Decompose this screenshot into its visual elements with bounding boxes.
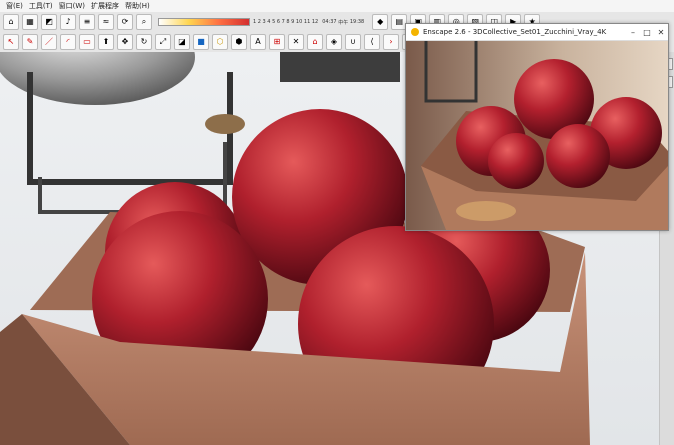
menu-item-help[interactable]: 帮助(H) <box>125 1 150 11</box>
zoom-icon[interactable]: ⌕ <box>136 14 152 30</box>
offset-icon[interactable]: ◪ <box>174 34 190 50</box>
measure-icon[interactable]: ▦ <box>22 14 38 30</box>
move-icon[interactable]: ✥ <box>117 34 133 50</box>
time-mid: 中午 <box>338 19 349 26</box>
enscape-logo-icon <box>411 28 419 36</box>
menu-item-edit[interactable]: 窗(E) <box>6 1 23 11</box>
time-right: 19:38 <box>349 19 365 25</box>
ruby-icon[interactable]: ◆ <box>372 14 389 30</box>
concrete-vase <box>280 52 400 82</box>
close-button[interactable]: ✕ <box>654 28 668 37</box>
shadow-icon[interactable]: ≡ <box>79 14 95 30</box>
back-icon[interactable]: ⟨ <box>364 34 380 50</box>
forward-icon[interactable]: › <box>383 34 399 50</box>
enscape-title: Enscape 2.6 - 3DCollective_Set01_Zucchin… <box>423 28 607 36</box>
rotate-icon[interactable]: ↻ <box>136 34 152 50</box>
time-left: 04:37 <box>322 19 337 25</box>
time-of-day-slider[interactable]: 1 2 3 4 5 6 7 8 9 10 11 12 04:37 中午 19:3… <box>158 18 364 26</box>
dimension-icon[interactable]: ⊞ <box>269 34 285 50</box>
axes-icon[interactable]: ✕ <box>288 34 304 50</box>
orbit-icon[interactable]: ⟳ <box>117 14 133 30</box>
fog-icon[interactable]: ≈ <box>98 14 114 30</box>
hexagon-icon[interactable]: ⬡ <box>212 34 228 50</box>
cube-icon[interactable]: ⬢ <box>231 34 247 50</box>
menu-item-window[interactable]: 窗口(W) <box>59 1 85 11</box>
enscape-plum-center <box>488 133 544 189</box>
select-icon[interactable]: ↖ <box>3 34 19 50</box>
menu-bar: 窗(E) 工具(T) 窗口(W) 扩展程序 帮助(H) <box>0 0 674 12</box>
union-icon[interactable]: ∪ <box>345 34 361 50</box>
push-pull-icon[interactable]: ⬆ <box>98 34 114 50</box>
paint-bucket-icon[interactable]: ◩ <box>41 14 57 30</box>
month-ticks: 1 2 3 4 5 6 7 8 9 10 11 12 <box>253 19 319 25</box>
scale-icon[interactable]: ⤢ <box>155 34 171 50</box>
arc-icon[interactable]: ◜ <box>60 34 76 50</box>
enscape-titlebar[interactable]: Enscape 2.6 - 3DCollective_Set01_Zucchin… <box>406 24 668 41</box>
enscape-blur-object <box>456 201 516 221</box>
menu-item-tools[interactable]: 工具(T) <box>29 1 53 11</box>
speaker-icon[interactable]: ♪ <box>60 14 76 30</box>
enscape-window: Enscape 2.6 - 3DCollective_Set01_Zucchin… <box>405 23 669 231</box>
extension-icon[interactable]: ◈ <box>326 34 342 50</box>
rectangle-icon[interactable]: ▭ <box>79 34 95 50</box>
line-icon[interactable]: ／ <box>41 34 57 50</box>
sun-gradient-bar <box>158 18 250 26</box>
enscape-render <box>406 41 668 230</box>
home-icon[interactable]: ⌂ <box>3 14 19 30</box>
minimize-button[interactable]: – <box>626 28 640 37</box>
maximize-button[interactable]: □ <box>640 28 654 37</box>
enscape-plum-front <box>546 124 610 188</box>
menu-item-extensions[interactable]: 扩展程序 <box>91 1 119 11</box>
walnut <box>205 114 245 134</box>
tape-icon[interactable]: ■ <box>193 34 209 50</box>
eraser-icon[interactable]: ✎ <box>22 34 38 50</box>
text-icon[interactable]: A <box>250 34 266 50</box>
enscape-render-view[interactable] <box>406 41 668 230</box>
warehouse-icon[interactable]: ⌂ <box>307 34 323 50</box>
